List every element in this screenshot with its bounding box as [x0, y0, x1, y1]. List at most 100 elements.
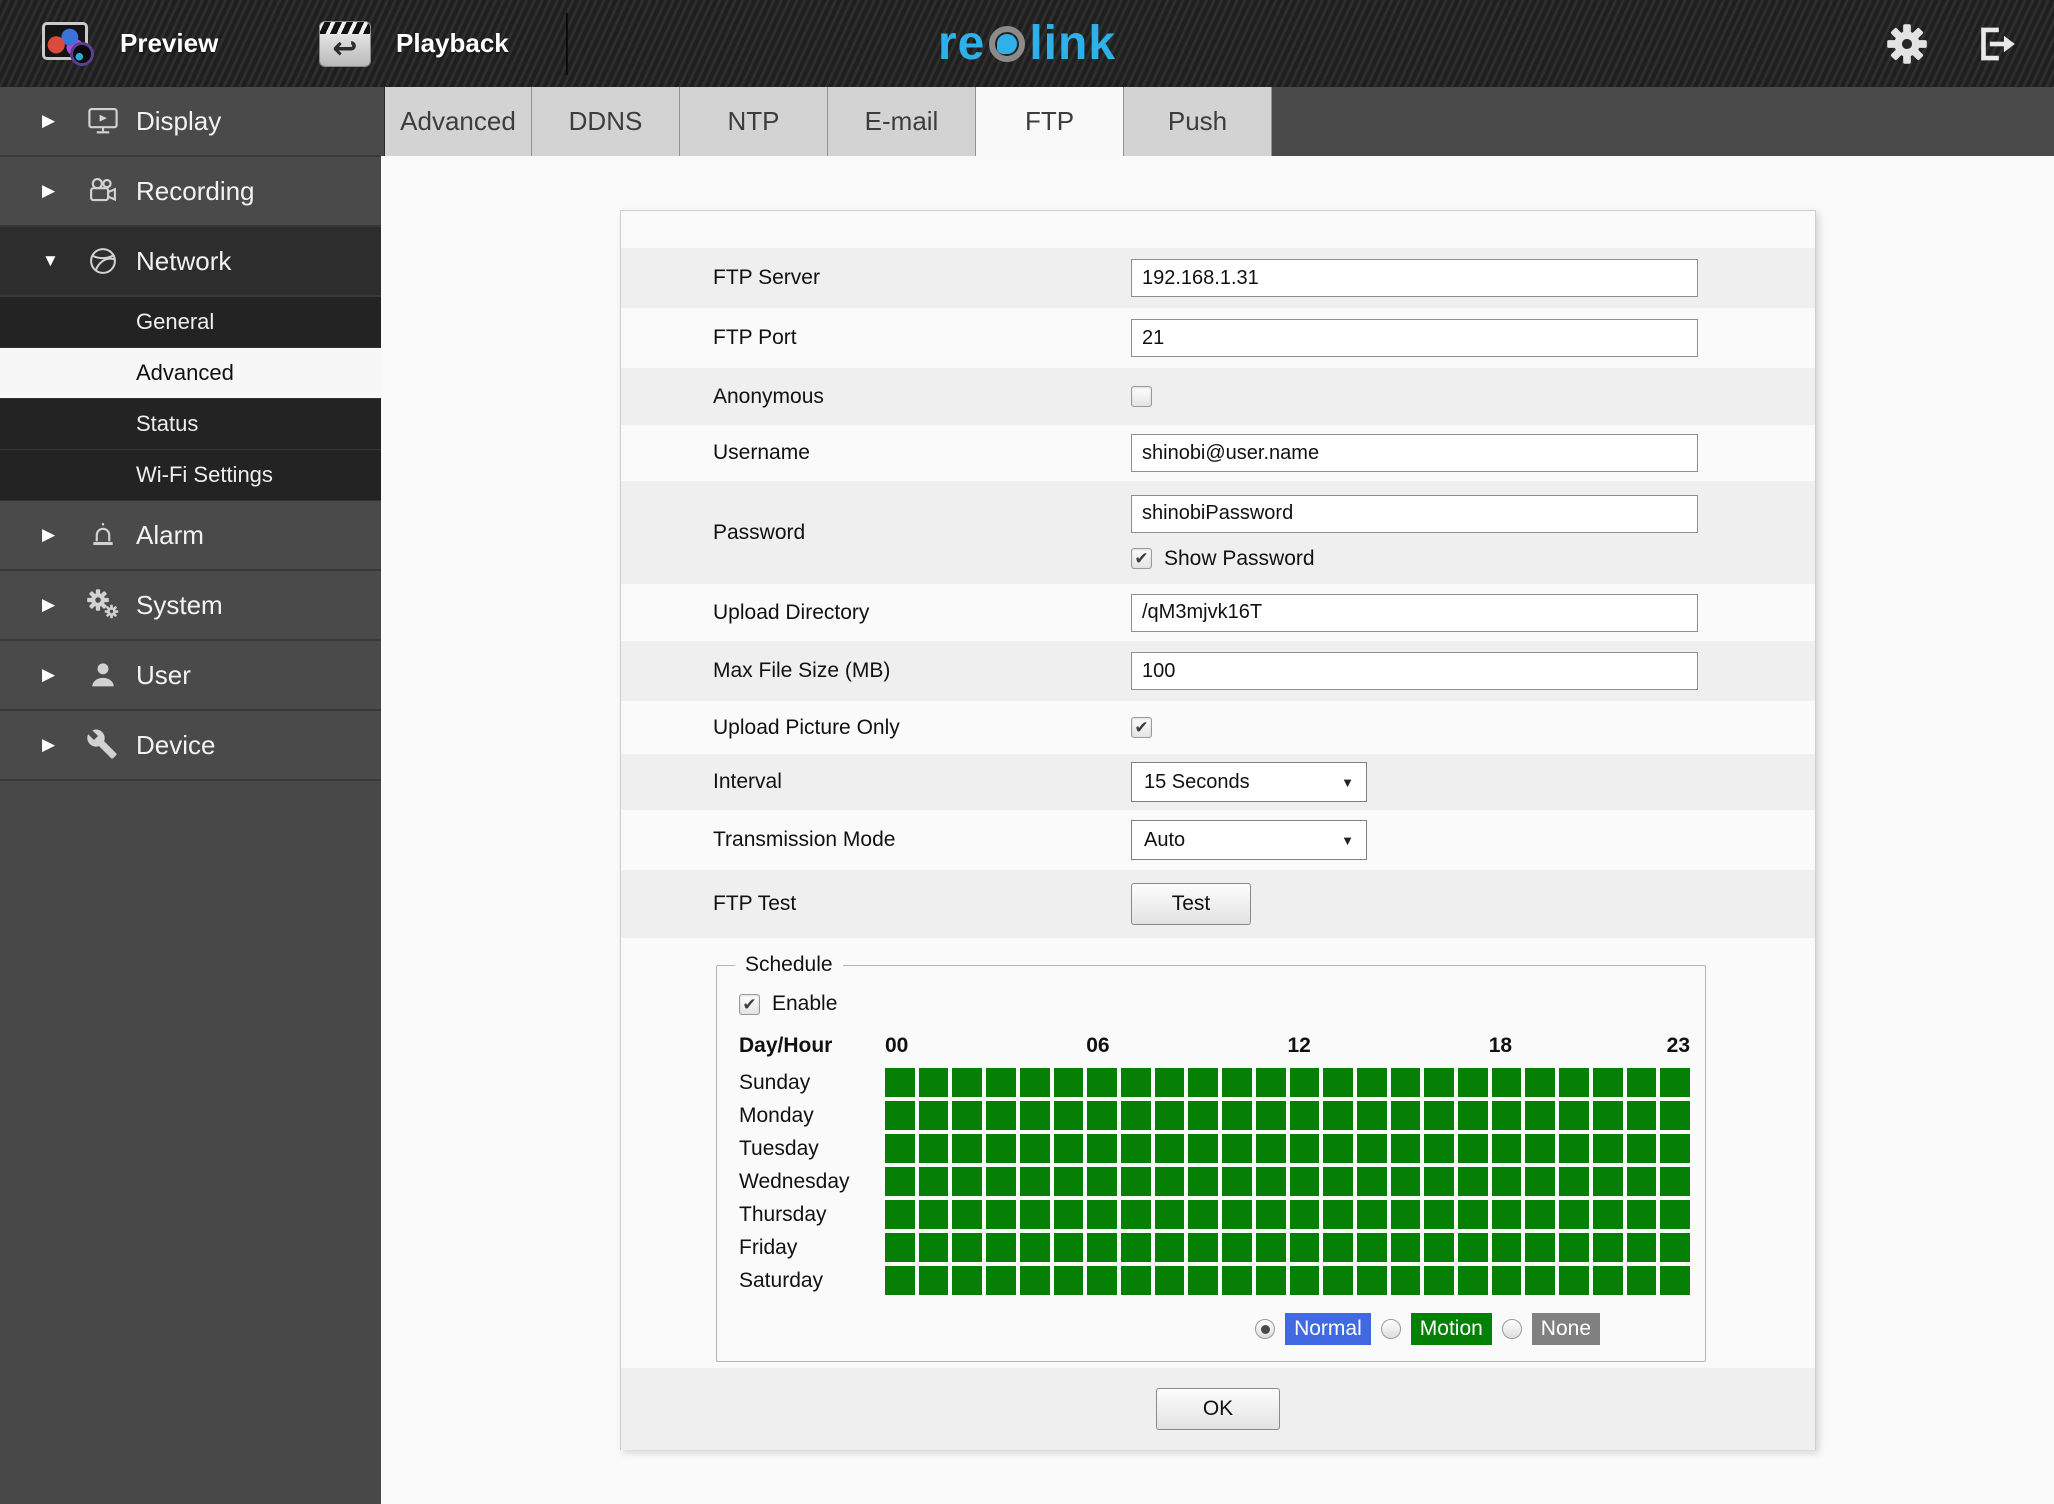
schedule-cell[interactable] [1255, 1167, 1286, 1196]
username-input[interactable] [1131, 434, 1698, 472]
schedule-cell[interactable] [1390, 1200, 1421, 1229]
schedule-cell[interactable] [1390, 1233, 1421, 1262]
schedule-cell[interactable] [1120, 1167, 1151, 1196]
schedule-cell[interactable] [1559, 1101, 1589, 1130]
schedule-cell[interactable] [1525, 1266, 1556, 1295]
schedule-cell[interactable] [1491, 1134, 1522, 1163]
sidebar-subitem-status[interactable]: Status [0, 399, 381, 450]
schedule-cell[interactable] [1222, 1167, 1252, 1196]
schedule-cell[interactable] [1458, 1134, 1488, 1163]
mode-radio-motion[interactable] [1380, 1319, 1401, 1339]
schedule-cell[interactable] [1323, 1233, 1353, 1262]
sidebar-subitem-general[interactable]: General [0, 297, 381, 348]
schedule-cell[interactable] [986, 1200, 1016, 1229]
schedule-cell[interactable] [1053, 1101, 1084, 1130]
password-input[interactable] [1131, 494, 1698, 533]
schedule-cell[interactable] [1559, 1266, 1589, 1295]
schedule-cell[interactable] [1390, 1134, 1421, 1163]
ftp-server-input[interactable] [1131, 259, 1698, 297]
schedule-cell[interactable] [1188, 1266, 1219, 1295]
schedule-cell[interactable] [918, 1134, 949, 1163]
schedule-cell[interactable] [1491, 1233, 1522, 1262]
schedule-cell[interactable] [1188, 1167, 1219, 1196]
schedule-cell[interactable] [1660, 1233, 1690, 1262]
schedule-cell[interactable] [885, 1101, 915, 1130]
schedule-cell[interactable] [1188, 1101, 1219, 1130]
schedule-cell[interactable] [1491, 1200, 1522, 1229]
schedule-cell[interactable] [1019, 1200, 1050, 1229]
schedule-cell[interactable] [1458, 1167, 1488, 1196]
schedule-cell[interactable] [1660, 1134, 1690, 1163]
schedule-cell[interactable] [885, 1134, 915, 1163]
schedule-cell[interactable] [1525, 1101, 1556, 1130]
schedule-cell[interactable] [1626, 1101, 1657, 1130]
schedule-cell[interactable] [1019, 1068, 1050, 1097]
schedule-cell[interactable] [952, 1134, 983, 1163]
schedule-cell[interactable] [1120, 1101, 1151, 1130]
schedule-cell[interactable] [1491, 1101, 1522, 1130]
ftp-test-button[interactable]: Test [1131, 883, 1251, 925]
schedule-cell[interactable] [1222, 1068, 1252, 1097]
schedule-cell[interactable] [1087, 1266, 1117, 1295]
schedule-cell[interactable] [1053, 1068, 1084, 1097]
schedule-cell[interactable] [1424, 1233, 1455, 1262]
schedule-cell[interactable] [1323, 1134, 1353, 1163]
sidebar-item-device[interactable]: ▶ Device [0, 711, 381, 781]
schedule-cell[interactable] [1660, 1068, 1690, 1097]
schedule-cell[interactable] [1289, 1101, 1320, 1130]
schedule-cell[interactable] [1154, 1167, 1185, 1196]
schedule-cell[interactable] [1559, 1200, 1589, 1229]
schedule-cell[interactable] [1458, 1233, 1488, 1262]
schedule-cell[interactable] [1289, 1200, 1320, 1229]
mode-radio-normal[interactable] [1255, 1319, 1276, 1339]
schedule-cell[interactable] [1660, 1167, 1690, 1196]
schedule-cell[interactable] [1592, 1068, 1623, 1097]
schedule-cell[interactable] [918, 1101, 949, 1130]
schedule-cell[interactable] [1154, 1200, 1185, 1229]
schedule-cell[interactable] [1525, 1134, 1556, 1163]
schedule-cell[interactable] [1053, 1233, 1084, 1262]
schedule-cell[interactable] [1592, 1101, 1623, 1130]
schedule-cell[interactable] [1255, 1101, 1286, 1130]
schedule-cell[interactable] [1289, 1068, 1320, 1097]
schedule-cell[interactable] [1491, 1266, 1522, 1295]
schedule-cell[interactable] [1222, 1233, 1252, 1262]
schedule-cell[interactable] [1356, 1266, 1387, 1295]
schedule-cell[interactable] [1356, 1068, 1387, 1097]
ftp-port-input[interactable] [1131, 319, 1698, 357]
schedule-cell[interactable] [1626, 1233, 1657, 1262]
schedule-cell[interactable] [952, 1101, 983, 1130]
schedule-cell[interactable] [1019, 1233, 1050, 1262]
schedule-cell[interactable] [1255, 1068, 1286, 1097]
schedule-cell[interactable] [952, 1233, 983, 1262]
schedule-cell[interactable] [1222, 1266, 1252, 1295]
schedule-cell[interactable] [986, 1068, 1016, 1097]
schedule-cell[interactable] [1154, 1068, 1185, 1097]
schedule-cell[interactable] [1019, 1266, 1050, 1295]
schedule-cell[interactable] [1154, 1266, 1185, 1295]
schedule-cell[interactable] [1592, 1200, 1623, 1229]
schedule-cell[interactable] [1458, 1266, 1488, 1295]
upload-picture-only-checkbox[interactable] [1131, 717, 1152, 738]
settings-button[interactable] [1884, 21, 1930, 67]
schedule-cell[interactable] [1019, 1167, 1050, 1196]
schedule-cell[interactable] [885, 1167, 915, 1196]
schedule-cell[interactable] [918, 1266, 949, 1295]
interval-select[interactable]: 15 Seconds ▼ [1131, 762, 1367, 802]
sidebar-subitem-advanced[interactable]: Advanced [0, 348, 381, 399]
schedule-cell[interactable] [1592, 1167, 1623, 1196]
upload-directory-input[interactable] [1131, 593, 1698, 632]
schedule-cell[interactable] [885, 1200, 915, 1229]
schedule-cell[interactable] [1356, 1167, 1387, 1196]
schedule-cell[interactable] [1087, 1134, 1117, 1163]
transmission-mode-select[interactable]: Auto ▼ [1131, 820, 1367, 860]
schedule-cell[interactable] [1019, 1101, 1050, 1130]
tab-ftp[interactable]: FTP [976, 87, 1124, 156]
schedule-cell[interactable] [1120, 1233, 1151, 1262]
tab-push[interactable]: Push [1124, 87, 1272, 156]
schedule-cell[interactable] [1559, 1134, 1589, 1163]
schedule-cell[interactable] [1120, 1266, 1151, 1295]
schedule-cell[interactable] [1289, 1134, 1320, 1163]
schedule-cell[interactable] [918, 1068, 949, 1097]
schedule-cell[interactable] [1222, 1101, 1252, 1130]
